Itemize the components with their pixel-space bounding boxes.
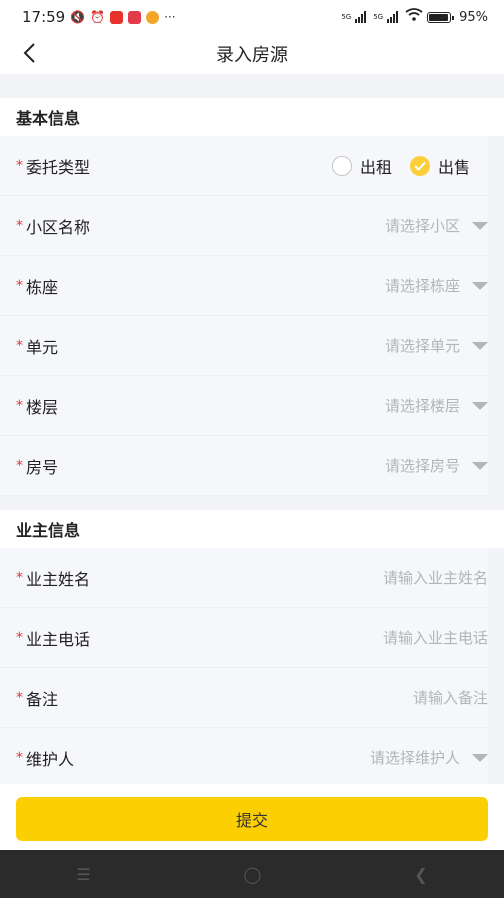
section-owner-info: 业主信息	[0, 510, 504, 548]
required-mark: *	[16, 277, 23, 294]
field-unit[interactable]: * 单元 请选择单元	[0, 316, 488, 376]
required-mark: *	[16, 569, 23, 586]
system-nav-bar: ☰ ◯ ❮	[0, 850, 504, 898]
field-owner-name[interactable]: * 业主姓名 请输入业主姓名	[0, 548, 488, 608]
field-maintainer[interactable]: * 维护人 请选择维护人	[0, 728, 488, 787]
field-label: 单元	[26, 337, 59, 357]
field-label: 业主电话	[26, 629, 91, 649]
more-dots-icon: ···	[164, 10, 176, 24]
back-button[interactable]	[16, 40, 42, 66]
required-mark: *	[16, 629, 23, 646]
field-community[interactable]: * 小区名称 请选择小区	[0, 196, 488, 256]
required-mark: *	[16, 217, 23, 234]
status-bar: 17:59 🔇 ⏰ ··· 5G 5G 95%	[0, 0, 504, 34]
status-time: 17:59	[22, 8, 66, 26]
wifi-icon	[405, 8, 423, 26]
select-placeholder: 请选择房号	[384, 457, 460, 475]
field-label: 楼层	[26, 397, 59, 417]
required-mark: *	[16, 689, 23, 706]
field-room[interactable]: * 房号 请选择房号	[0, 436, 488, 496]
chevron-left-icon	[23, 43, 35, 63]
field-floor[interactable]: * 楼层 请选择楼层	[0, 376, 488, 436]
field-label: 房号	[26, 457, 59, 477]
section-basic-info: 基本信息	[0, 98, 504, 136]
app-badge-icon	[110, 10, 124, 24]
radio-checked-icon	[409, 155, 430, 176]
radio-label: 出售	[437, 157, 470, 177]
required-mark: *	[16, 157, 23, 174]
field-label: 业主姓名	[26, 569, 91, 589]
mute-icon: 🔇	[70, 10, 86, 24]
dropdown-arrow-icon	[472, 753, 488, 762]
app-badge-icon	[128, 10, 142, 24]
nav-bar: 录入房源	[0, 34, 504, 74]
signal-icon	[387, 11, 399, 23]
battery-level: 95%	[459, 9, 488, 25]
home-icon[interactable]: ◯	[244, 865, 262, 884]
dropdown-arrow-icon	[472, 281, 488, 290]
field-commission-type: * 委托类型 出租 出售	[0, 136, 488, 196]
field-label: 栋座	[26, 277, 59, 297]
radio-label: 出租	[359, 157, 392, 177]
select-placeholder: 请选择楼层	[384, 397, 460, 415]
required-mark: *	[16, 337, 23, 354]
field-label: 备注	[26, 689, 59, 709]
back-nav-icon[interactable]: ❮	[414, 865, 427, 884]
select-placeholder: 请选择栋座	[384, 277, 460, 295]
form: 基本信息 * 委托类型 出租 出售 * 小区名称 请选择小区 * 栋座 请选择栋…	[0, 74, 504, 787]
battery-icon	[427, 11, 455, 23]
field-label: 小区名称	[26, 217, 91, 237]
input-placeholder: 请输入备注	[412, 689, 488, 707]
field-label: 委托类型	[26, 157, 91, 177]
required-mark: *	[16, 749, 23, 766]
select-placeholder: 请选择单元	[384, 337, 460, 355]
dropdown-arrow-icon	[472, 401, 488, 410]
radio-sale[interactable]: 出售	[409, 154, 470, 178]
input-placeholder: 请输入业主电话	[382, 629, 488, 647]
input-placeholder: 请输入业主姓名	[382, 569, 488, 587]
menu-icon[interactable]: ☰	[76, 865, 90, 884]
required-mark: *	[16, 457, 23, 474]
field-owner-phone[interactable]: * 业主电话 请输入业主电话	[0, 608, 488, 668]
alarm-icon: ⏰	[90, 10, 106, 24]
dropdown-arrow-icon	[472, 341, 488, 350]
field-label: 维护人	[26, 749, 75, 769]
dropdown-arrow-icon	[472, 461, 488, 470]
weibo-icon	[146, 10, 160, 24]
submit-button[interactable]: 提交	[16, 797, 488, 841]
field-building[interactable]: * 栋座 请选择栋座	[0, 256, 488, 316]
radio-rent[interactable]: 出租	[331, 154, 392, 178]
required-mark: *	[16, 397, 23, 414]
select-placeholder: 请选择小区	[384, 217, 460, 235]
dropdown-arrow-icon	[472, 221, 488, 230]
network-label: 5G	[373, 13, 384, 21]
signal-icon	[355, 11, 367, 23]
network-label: 5G	[341, 13, 352, 21]
submit-bar: 提交	[0, 784, 504, 850]
field-remark[interactable]: * 备注 请输入备注	[0, 668, 488, 728]
radio-unchecked-icon	[331, 155, 352, 176]
page-title: 录入房源	[216, 45, 288, 66]
commission-type-radio-group: 出租 出售	[331, 154, 470, 178]
select-placeholder: 请选择维护人	[369, 749, 460, 767]
